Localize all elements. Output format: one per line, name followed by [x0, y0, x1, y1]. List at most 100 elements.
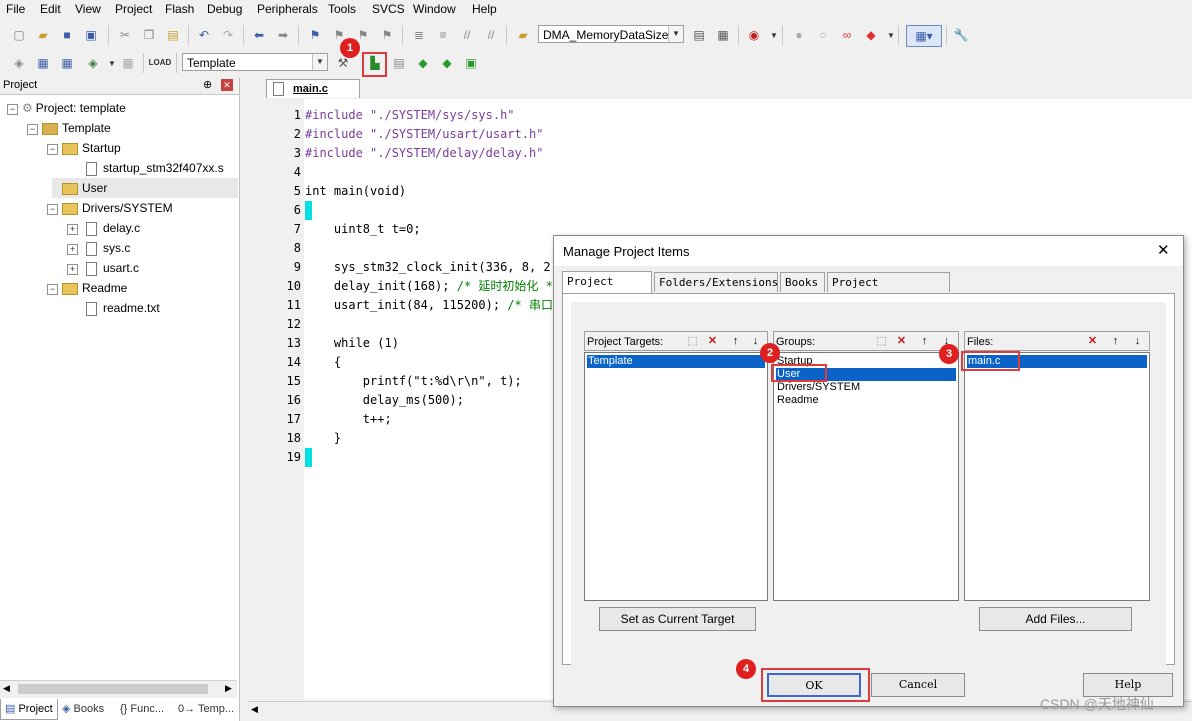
menu-project[interactable]: Project: [115, 2, 152, 16]
menu-peripherals[interactable]: Peripherals: [257, 2, 318, 16]
collapse-icon[interactable]: −: [47, 284, 58, 295]
close-icon[interactable]: ✕: [221, 79, 233, 91]
scroll-right-icon[interactable]: ▶: [225, 683, 232, 694]
tree-file-startup[interactable]: startup_stm32f407xx.s: [86, 159, 224, 177]
breakpoint-disable-icon[interactable]: ○: [814, 26, 832, 44]
group-item[interactable]: Drivers/SYSTEM: [776, 381, 956, 394]
code-line[interactable]: printf("t:%d\r\n", t);: [305, 372, 522, 391]
tab-functions[interactable]: {} Func...: [120, 699, 176, 720]
menu-debug[interactable]: Debug: [207, 2, 242, 16]
scroll-left-icon[interactable]: ◀: [3, 683, 10, 694]
unindent-icon[interactable]: ≡: [434, 26, 452, 44]
save-icon[interactable]: ■: [58, 26, 76, 44]
move-down-icon[interactable]: ↓: [748, 334, 763, 348]
cancel-button[interactable]: Cancel: [871, 673, 965, 697]
new-insert-icon[interactable]: ⬚: [685, 334, 700, 348]
tree-project-root[interactable]: ⚙ Project: template: [22, 99, 126, 117]
tab-books[interactable]: ◈ Books: [62, 699, 116, 720]
group-item[interactable]: Readme: [776, 394, 956, 407]
tree-group-readme[interactable]: Readme: [62, 279, 127, 297]
target-select[interactable]: Template ▼: [182, 53, 328, 71]
menu-edit[interactable]: Edit: [40, 2, 61, 16]
tab-project-items[interactable]: Project Items: [562, 271, 652, 308]
code-line[interactable]: t++;: [305, 410, 392, 429]
menu-window[interactable]: Window: [413, 2, 456, 16]
tree-file-usart[interactable]: usart.c: [86, 259, 139, 277]
code-line[interactable]: while (1): [305, 334, 399, 353]
undo-icon[interactable]: ↶: [195, 26, 213, 44]
redo-icon[interactable]: ↷: [219, 26, 237, 44]
nav-back-icon[interactable]: ⬅: [250, 26, 268, 44]
window-layout-icon[interactable]: ▦▾: [906, 25, 942, 47]
find-icon[interactable]: ▤: [690, 26, 708, 44]
breakpoint-kill-all-icon[interactable]: ◆: [862, 26, 880, 44]
code-line[interactable]: }: [305, 429, 341, 448]
download-icon[interactable]: LOAD: [149, 53, 172, 71]
code-line[interactable]: uint8_t t=0;: [305, 220, 421, 239]
save-all-icon[interactable]: ▣: [82, 26, 100, 44]
delete-icon[interactable]: ✕: [705, 334, 720, 348]
translate-icon[interactable]: ◈: [10, 54, 28, 72]
chevron-down-icon[interactable]: ▼: [668, 26, 683, 42]
debug-session-icon[interactable]: ◉: [745, 26, 763, 44]
collapse-icon[interactable]: −: [27, 124, 38, 135]
target-item[interactable]: Template: [587, 355, 765, 368]
code-line[interactable]: sys_stm32_clock_init(336, 8, 2,: [305, 258, 558, 277]
nav-forward-icon[interactable]: ➡: [274, 26, 292, 44]
wrench-icon[interactable]: 🔧: [952, 26, 970, 44]
menu-tools[interactable]: Tools: [328, 2, 356, 16]
copy-icon[interactable]: ❐: [140, 26, 158, 44]
build-icon[interactable]: ▦: [34, 54, 52, 72]
new-file-icon[interactable]: ▢: [10, 26, 28, 44]
pin-icon[interactable]: ⊕: [203, 78, 212, 91]
move-up-icon[interactable]: ↑: [917, 334, 932, 348]
menu-help[interactable]: Help: [472, 2, 497, 16]
collapse-icon[interactable]: −: [7, 104, 18, 115]
pack-installer-icon[interactable]: ▣: [462, 54, 480, 72]
find-in-files-icon[interactable]: ▰: [514, 26, 532, 44]
delete-icon[interactable]: ✕: [894, 334, 909, 348]
tab-books[interactable]: Books: [780, 272, 825, 292]
files-list[interactable]: main.c: [964, 352, 1150, 601]
menu-view[interactable]: View: [75, 2, 101, 16]
incremental-find-icon[interactable]: ▦: [714, 26, 732, 44]
collapse-icon[interactable]: −: [47, 204, 58, 215]
code-line[interactable]: #include "./SYSTEM/delay/delay.h": [305, 144, 543, 163]
code-line[interactable]: #include "./SYSTEM/sys/sys.h": [305, 106, 515, 125]
open-file-icon[interactable]: ▰: [34, 26, 52, 44]
indent-icon[interactable]: ≣: [410, 26, 428, 44]
breakpoint-disable-all-icon[interactable]: ∞: [838, 26, 856, 44]
tab-folders-extensions[interactable]: Folders/Extensions: [654, 272, 778, 292]
menu-svcs[interactable]: SVCS: [372, 2, 405, 16]
tree-target-template[interactable]: Template: [42, 119, 111, 137]
code-line[interactable]: int main(void): [305, 182, 406, 201]
comment-icon[interactable]: //: [458, 26, 476, 44]
paste-icon[interactable]: ▤: [164, 26, 182, 44]
targets-list[interactable]: Template: [584, 352, 768, 601]
batch-build-icon[interactable]: ◈: [84, 54, 102, 72]
tree-group-drivers[interactable]: Drivers/SYSTEM: [62, 199, 173, 217]
tree-file-delay[interactable]: delay.c: [86, 219, 140, 237]
editor-tab-main[interactable]: main.c: [266, 79, 360, 98]
tree-file-readme[interactable]: readme.txt: [86, 299, 160, 317]
expand-icon[interactable]: +: [67, 264, 78, 275]
scroll-left-icon[interactable]: ◀: [251, 704, 258, 715]
move-up-icon[interactable]: ↑: [1108, 334, 1123, 348]
move-down-icon[interactable]: ↓: [1130, 334, 1145, 348]
code-line[interactable]: delay_init(168); /* 延时初始化 *: [305, 277, 553, 296]
find-combo[interactable]: DMA_MemoryDataSize ▼: [538, 25, 684, 43]
chevron-down-icon[interactable]: ▼: [765, 26, 783, 44]
breakpoint-insert-icon[interactable]: ●: [790, 26, 808, 44]
expand-icon[interactable]: +: [67, 224, 78, 235]
manage-rte-icon[interactable]: ◆: [438, 54, 456, 72]
code-line[interactable]: #include "./SYSTEM/usart/usart.h": [305, 125, 543, 144]
close-icon[interactable]: ✕: [1157, 241, 1170, 259]
expand-icon[interactable]: +: [67, 244, 78, 255]
code-line[interactable]: delay_ms(500);: [305, 391, 464, 410]
tab-project-info-layer[interactable]: Project Info/Layer: [827, 272, 950, 309]
add-files-button[interactable]: Add Files...: [979, 607, 1132, 631]
scroll-thumb[interactable]: [18, 684, 208, 694]
tree-group-startup[interactable]: Startup: [62, 139, 121, 157]
tab-project[interactable]: ▤ Project: [0, 699, 58, 720]
groups-list[interactable]: Startup User Drivers/SYSTEM Readme: [773, 352, 959, 601]
